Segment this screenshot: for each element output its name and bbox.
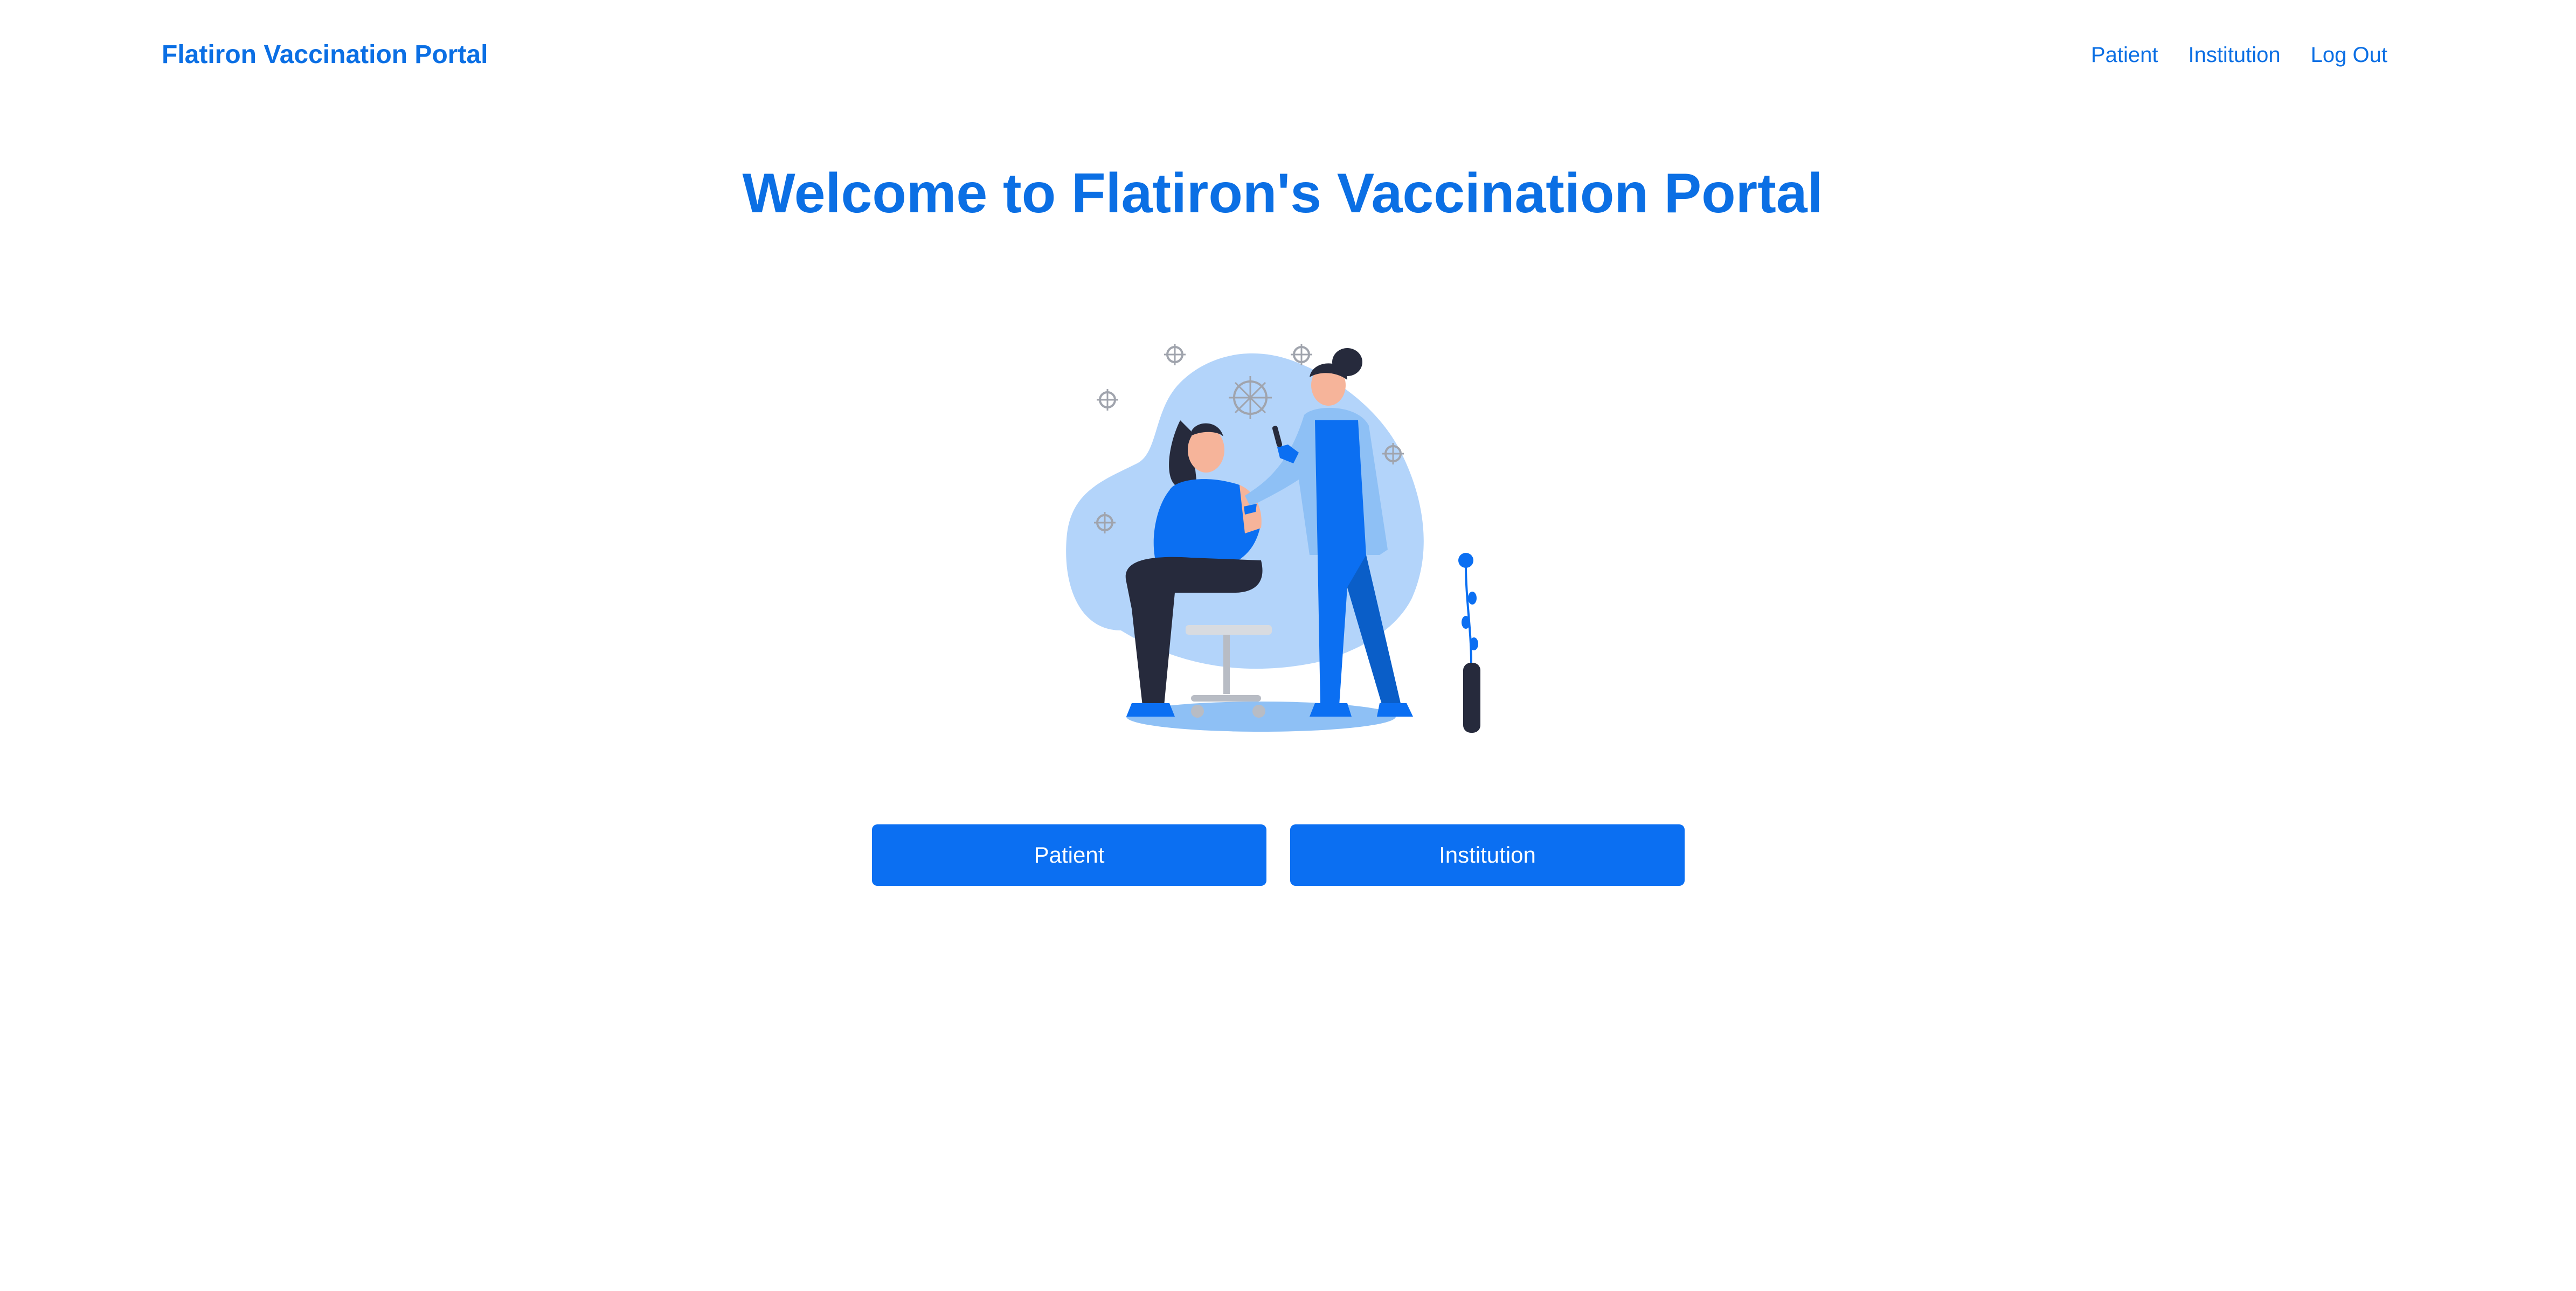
vaccination-illustration [1066, 344, 1480, 733]
patient-button[interactable]: Patient [872, 824, 1266, 886]
nav-link-logout[interactable]: Log Out [2311, 43, 2387, 67]
institution-button[interactable]: Institution [1290, 824, 1685, 886]
nav-links: Patient Institution Log Out [2091, 43, 2387, 67]
page: Flatiron Vaccination Portal Patient Inst… [0, 0, 2576, 1291]
brand-link[interactable]: Flatiron Vaccination Portal [162, 40, 488, 70]
page-title: Welcome to Flatiron's Vaccination Portal [742, 162, 1823, 225]
navbar: Flatiron Vaccination Portal Patient Inst… [0, 0, 2576, 113]
nav-link-patient[interactable]: Patient [2091, 43, 2158, 67]
nav-link-institution[interactable]: Institution [2188, 43, 2280, 67]
